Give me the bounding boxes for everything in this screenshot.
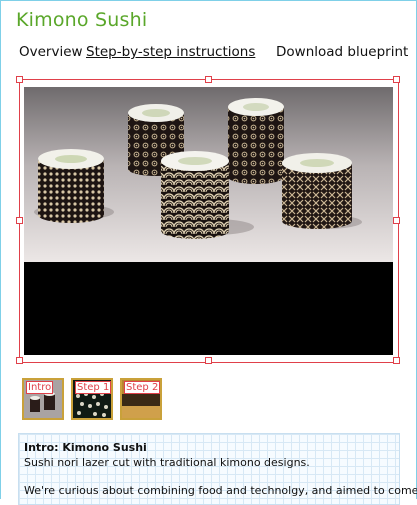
resize-handle-t[interactable] xyxy=(205,76,212,83)
nav-download-link[interactable]: Download blueprint xyxy=(276,44,408,60)
nav-steps-link[interactable]: Step-by-step instructions xyxy=(86,44,255,60)
resize-handle-r[interactable] xyxy=(393,217,400,224)
top-nav: Overview Step-by-step instructions Downl… xyxy=(0,44,417,64)
thumbnail-step-1-label: Step 1 xyxy=(75,381,111,394)
description-subtitle: Sushi nori lazer cut with traditional ki… xyxy=(24,456,310,469)
resize-handle-b[interactable] xyxy=(205,357,212,364)
resize-handle-br[interactable] xyxy=(393,357,400,364)
thumbnail-intro-label: Intro xyxy=(26,381,54,394)
thumbnail-step-2[interactable]: Step 2 xyxy=(120,378,162,420)
thumbnail-step-2-label: Step 2 xyxy=(124,381,160,394)
description-title: Intro: Kimono Sushi xyxy=(24,441,147,454)
resize-handle-tr[interactable] xyxy=(393,76,400,83)
sushi-photo xyxy=(24,87,393,262)
description-panel: Intro: Kimono Sushi Sushi nori lazer cut… xyxy=(18,433,417,505)
image-viewer[interactable] xyxy=(24,87,393,355)
nav-overview-link[interactable]: Overview xyxy=(19,44,83,60)
thumbnail-step-1[interactable]: Step 1 xyxy=(71,378,113,420)
resize-handle-l[interactable] xyxy=(16,217,23,224)
resize-handle-bl[interactable] xyxy=(16,357,23,364)
resize-handle-tl[interactable] xyxy=(16,76,23,83)
page-title: Kimono Sushi xyxy=(16,9,148,31)
thumbnail-intro[interactable]: Intro xyxy=(22,378,64,420)
description-body: We're curious about combining food and t… xyxy=(24,484,417,497)
